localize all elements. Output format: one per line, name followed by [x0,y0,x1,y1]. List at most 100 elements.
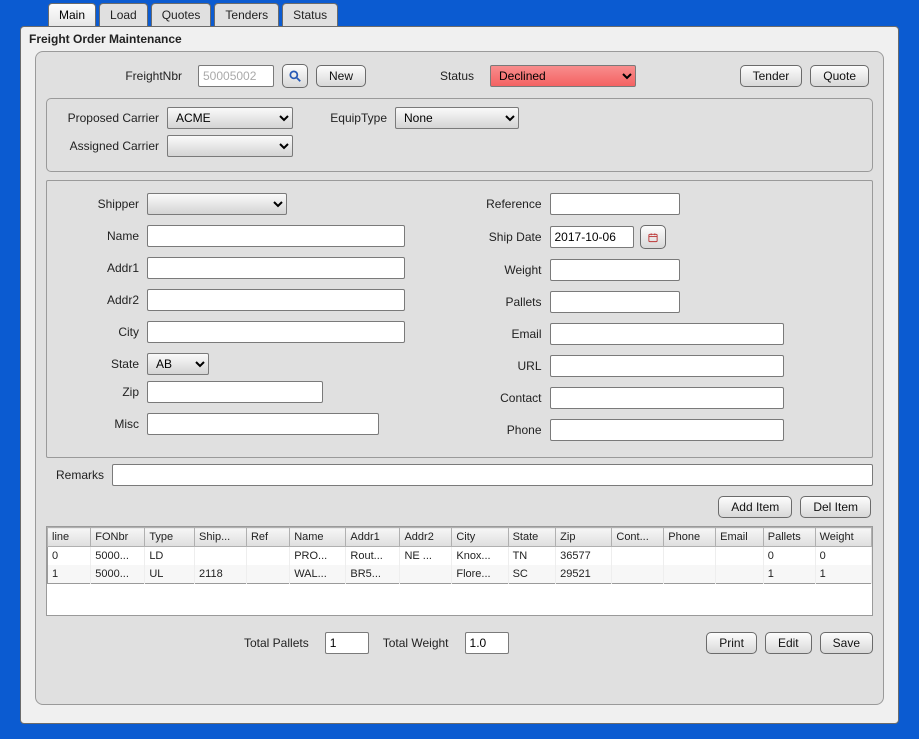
col-state[interactable]: State [508,528,556,547]
cell-pallets[interactable]: 1 [763,565,815,584]
cell-email[interactable] [716,565,764,584]
tab-main[interactable]: Main [48,3,96,26]
col-addr1[interactable]: Addr1 [346,528,400,547]
tab-bar: Main Load Quotes Tenders Status [0,0,919,26]
cell-line[interactable]: 0 [48,547,91,566]
cell-city[interactable]: Flore... [452,565,508,584]
status-label: Status [432,69,482,83]
cell-phone[interactable] [664,547,716,566]
print-button[interactable]: Print [706,632,757,654]
cell-state[interactable]: TN [508,547,556,566]
email-label: Email [474,327,550,341]
col-cont[interactable]: Cont... [612,528,664,547]
email-field[interactable] [550,323,784,345]
col-weight[interactable]: Weight [815,528,871,547]
calendar-icon [647,232,659,243]
cell-name[interactable]: PRO... [290,547,346,566]
col-email[interactable]: Email [716,528,764,547]
proposed-carrier-select[interactable]: ACME [167,107,293,129]
cell-weight[interactable]: 0 [815,547,871,566]
col-city[interactable]: City [452,528,508,547]
cell-city[interactable]: Knox... [452,547,508,566]
details-box: Shipper Name Addr1 Addr2 City State AB Z… [46,180,873,458]
assigned-carrier-select[interactable] [167,135,293,157]
cell-addr2[interactable]: NE ... [400,547,452,566]
col-zip[interactable]: Zip [556,528,612,547]
tab-tenders[interactable]: Tenders [214,3,279,26]
cell-ship[interactable]: 2118 [195,565,247,584]
cell-state[interactable]: SC [508,565,556,584]
page-title: Freight Order Maintenance [21,27,898,51]
cell-addr2[interactable] [400,565,452,584]
col-addr2[interactable]: Addr2 [400,528,452,547]
cell-fonbr[interactable]: 5000... [91,547,145,566]
cell-weight[interactable]: 1 [815,565,871,584]
edit-button[interactable]: Edit [765,632,812,654]
addr2-field[interactable] [147,289,405,311]
tender-button[interactable]: Tender [740,65,803,87]
cell-zip[interactable]: 29521 [556,565,612,584]
equip-type-select[interactable]: None [395,107,519,129]
del-item-button[interactable]: Del Item [800,496,871,518]
date-picker-button[interactable] [640,225,666,249]
cell-ref[interactable] [246,547,289,566]
table-row[interactable]: 05000...LDPRO...Rout...NE ...Knox...TN36… [48,547,872,566]
cell-type[interactable]: LD [145,547,195,566]
page: Freight Order Maintenance FreightNbr New… [20,26,899,724]
cell-ship[interactable] [195,547,247,566]
cell-ref[interactable] [246,565,289,584]
cell-type[interactable]: UL [145,565,195,584]
col-pallets[interactable]: Pallets [763,528,815,547]
col-fonbr[interactable]: FONbr [91,528,145,547]
addr1-field[interactable] [147,257,405,279]
misc-field[interactable] [147,413,379,435]
ship-date-field[interactable] [550,226,634,248]
tab-status[interactable]: Status [282,3,338,26]
cell-name[interactable]: WAL... [290,565,346,584]
total-pallets-field[interactable] [325,632,369,654]
table-header-row: line FONbr Type Ship... Ref Name Addr1 A… [48,528,872,547]
cell-cont[interactable] [612,565,664,584]
col-ref[interactable]: Ref [246,528,289,547]
cell-line[interactable]: 1 [48,565,91,584]
search-button[interactable] [282,64,308,88]
total-weight-field[interactable] [465,632,509,654]
col-phone[interactable]: Phone [664,528,716,547]
save-button[interactable]: Save [820,632,873,654]
status-select[interactable]: Declined [490,65,636,87]
col-name[interactable]: Name [290,528,346,547]
contact-field[interactable] [550,387,784,409]
add-item-button[interactable]: Add Item [718,496,792,518]
table-row[interactable]: 15000...UL2118WAL...BR5...Flore...SC2952… [48,565,872,584]
freight-nbr-label: FreightNbr [50,69,190,83]
quote-button[interactable]: Quote [810,65,869,87]
col-line[interactable]: line [48,528,91,547]
state-select[interactable]: AB [147,353,209,375]
weight-field[interactable] [550,259,680,281]
city-field[interactable] [147,321,405,343]
phone-field[interactable] [550,419,784,441]
cell-addr1[interactable]: Rout... [346,547,400,566]
pallets-field[interactable] [550,291,680,313]
reference-field[interactable] [550,193,680,215]
tab-load[interactable]: Load [99,3,148,26]
new-button[interactable]: New [316,65,366,87]
cell-email[interactable] [716,547,764,566]
shipper-select[interactable] [147,193,287,215]
remarks-field[interactable] [112,464,873,486]
cell-pallets[interactable]: 0 [763,547,815,566]
url-field[interactable] [550,355,784,377]
reference-label: Reference [474,197,550,211]
items-table[interactable]: line FONbr Type Ship... Ref Name Addr1 A… [47,527,872,584]
cell-addr1[interactable]: BR5... [346,565,400,584]
cell-fonbr[interactable]: 5000... [91,565,145,584]
name-field[interactable] [147,225,405,247]
cell-zip[interactable]: 36577 [556,547,612,566]
cell-cont[interactable] [612,547,664,566]
col-ship[interactable]: Ship... [195,528,247,547]
zip-field[interactable] [147,381,323,403]
col-type[interactable]: Type [145,528,195,547]
freight-nbr-field[interactable] [198,65,274,87]
tab-quotes[interactable]: Quotes [151,3,212,26]
cell-phone[interactable] [664,565,716,584]
